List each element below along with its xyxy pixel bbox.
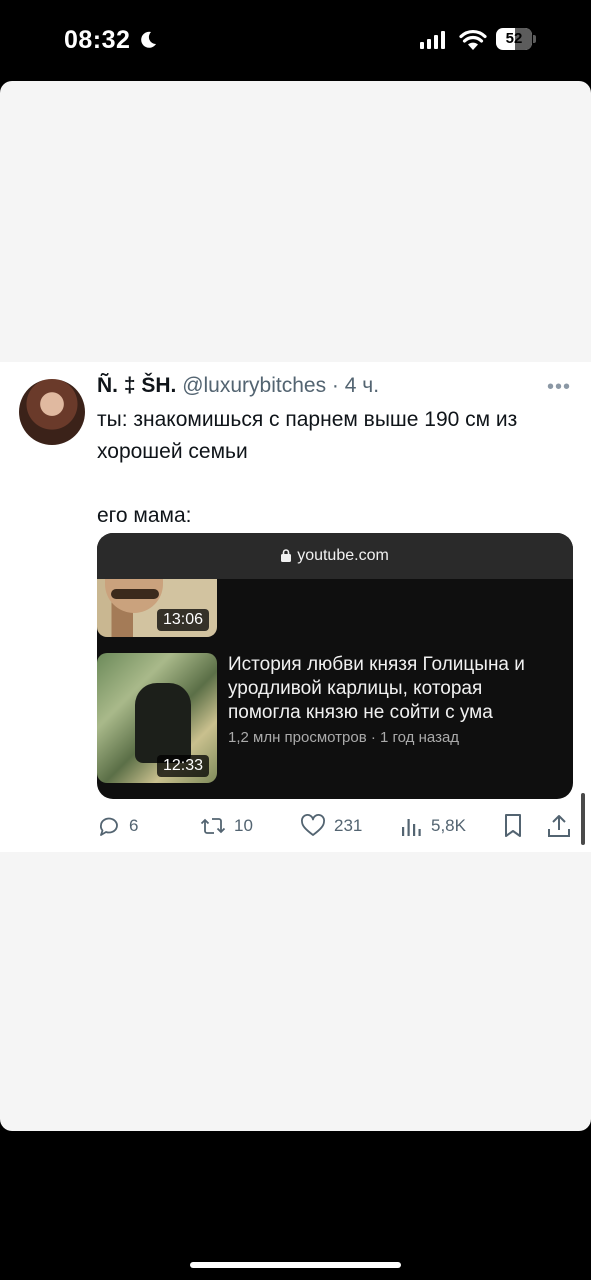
heart-icon xyxy=(301,814,325,836)
more-options-icon[interactable]: ••• xyxy=(547,376,571,399)
author-handle[interactable]: @luxurybitches xyxy=(182,374,326,397)
video-duration: 13:06 xyxy=(156,609,209,631)
video-title: История любви князя Голицына и уродливой… xyxy=(228,654,525,723)
tweet-text-line: его мама: xyxy=(97,504,192,527)
bookmark-button[interactable] xyxy=(502,811,524,841)
scrollbar[interactable] xyxy=(581,793,585,845)
video-meta: 1,2 млн просмотров · 1 год назад xyxy=(228,729,460,746)
wifi-icon xyxy=(459,29,487,50)
status-time: 08:32 xyxy=(64,26,131,54)
share-icon xyxy=(548,815,570,837)
tweet-text: ты: знакомишься с парнем выше 190 см из … xyxy=(97,404,572,532)
video-thumbnail: 13:06 xyxy=(97,579,217,637)
tweet-actions: 6 10 231 5,8K xyxy=(97,811,577,841)
reply-icon xyxy=(99,817,118,836)
tweet-header: Ñ. ‡ ŠH. @luxurybitches · 4 ч. xyxy=(97,374,379,398)
like-count: 231 xyxy=(334,816,363,835)
avatar[interactable] xyxy=(19,379,85,445)
author-name[interactable]: Ñ. ‡ ŠH. xyxy=(97,374,176,397)
like-button[interactable]: 231 xyxy=(300,811,362,841)
separator-dot: · xyxy=(331,374,339,397)
share-button[interactable] xyxy=(547,811,571,841)
browser-url-bar: youtube.com xyxy=(97,533,573,579)
retweet-button[interactable]: 10 xyxy=(200,811,253,841)
retweet-count: 10 xyxy=(234,816,253,835)
home-indicator[interactable] xyxy=(190,1262,401,1268)
lock-icon xyxy=(281,549,292,563)
battery-level: 52 xyxy=(505,30,523,47)
bookmark-icon xyxy=(505,814,521,837)
views-count: 5,8K xyxy=(431,816,466,835)
tweet-media-image[interactable]: youtube.com 13:06 12:33 История любви кн… xyxy=(97,533,573,799)
views-button[interactable]: 5,8K xyxy=(401,811,466,841)
reply-button[interactable]: 6 xyxy=(97,811,138,841)
tweet-text-line: ты: знакомишься с парнем выше 190 см из … xyxy=(97,408,518,463)
video-thumbnail: 12:33 xyxy=(97,653,217,783)
video-duration: 12:33 xyxy=(156,755,209,777)
tweet-age: 4 ч. xyxy=(344,374,380,397)
url-text: youtube.com xyxy=(297,547,389,564)
views-chart-icon xyxy=(402,819,421,836)
moon-icon xyxy=(141,31,156,48)
tweet-card[interactable]: Ñ. ‡ ŠH. @luxurybitches · 4 ч. ••• ты: з… xyxy=(0,362,591,852)
reply-count: 6 xyxy=(129,816,139,835)
battery-icon: 52 xyxy=(496,28,536,50)
cellular-signal-icon xyxy=(420,31,445,49)
retweet-icon xyxy=(200,818,226,834)
image-sheet: Ñ. ‡ ŠH. @luxurybitches · 4 ч. ••• ты: з… xyxy=(0,81,591,1131)
status-bar: 08:32 52 xyxy=(0,0,591,80)
